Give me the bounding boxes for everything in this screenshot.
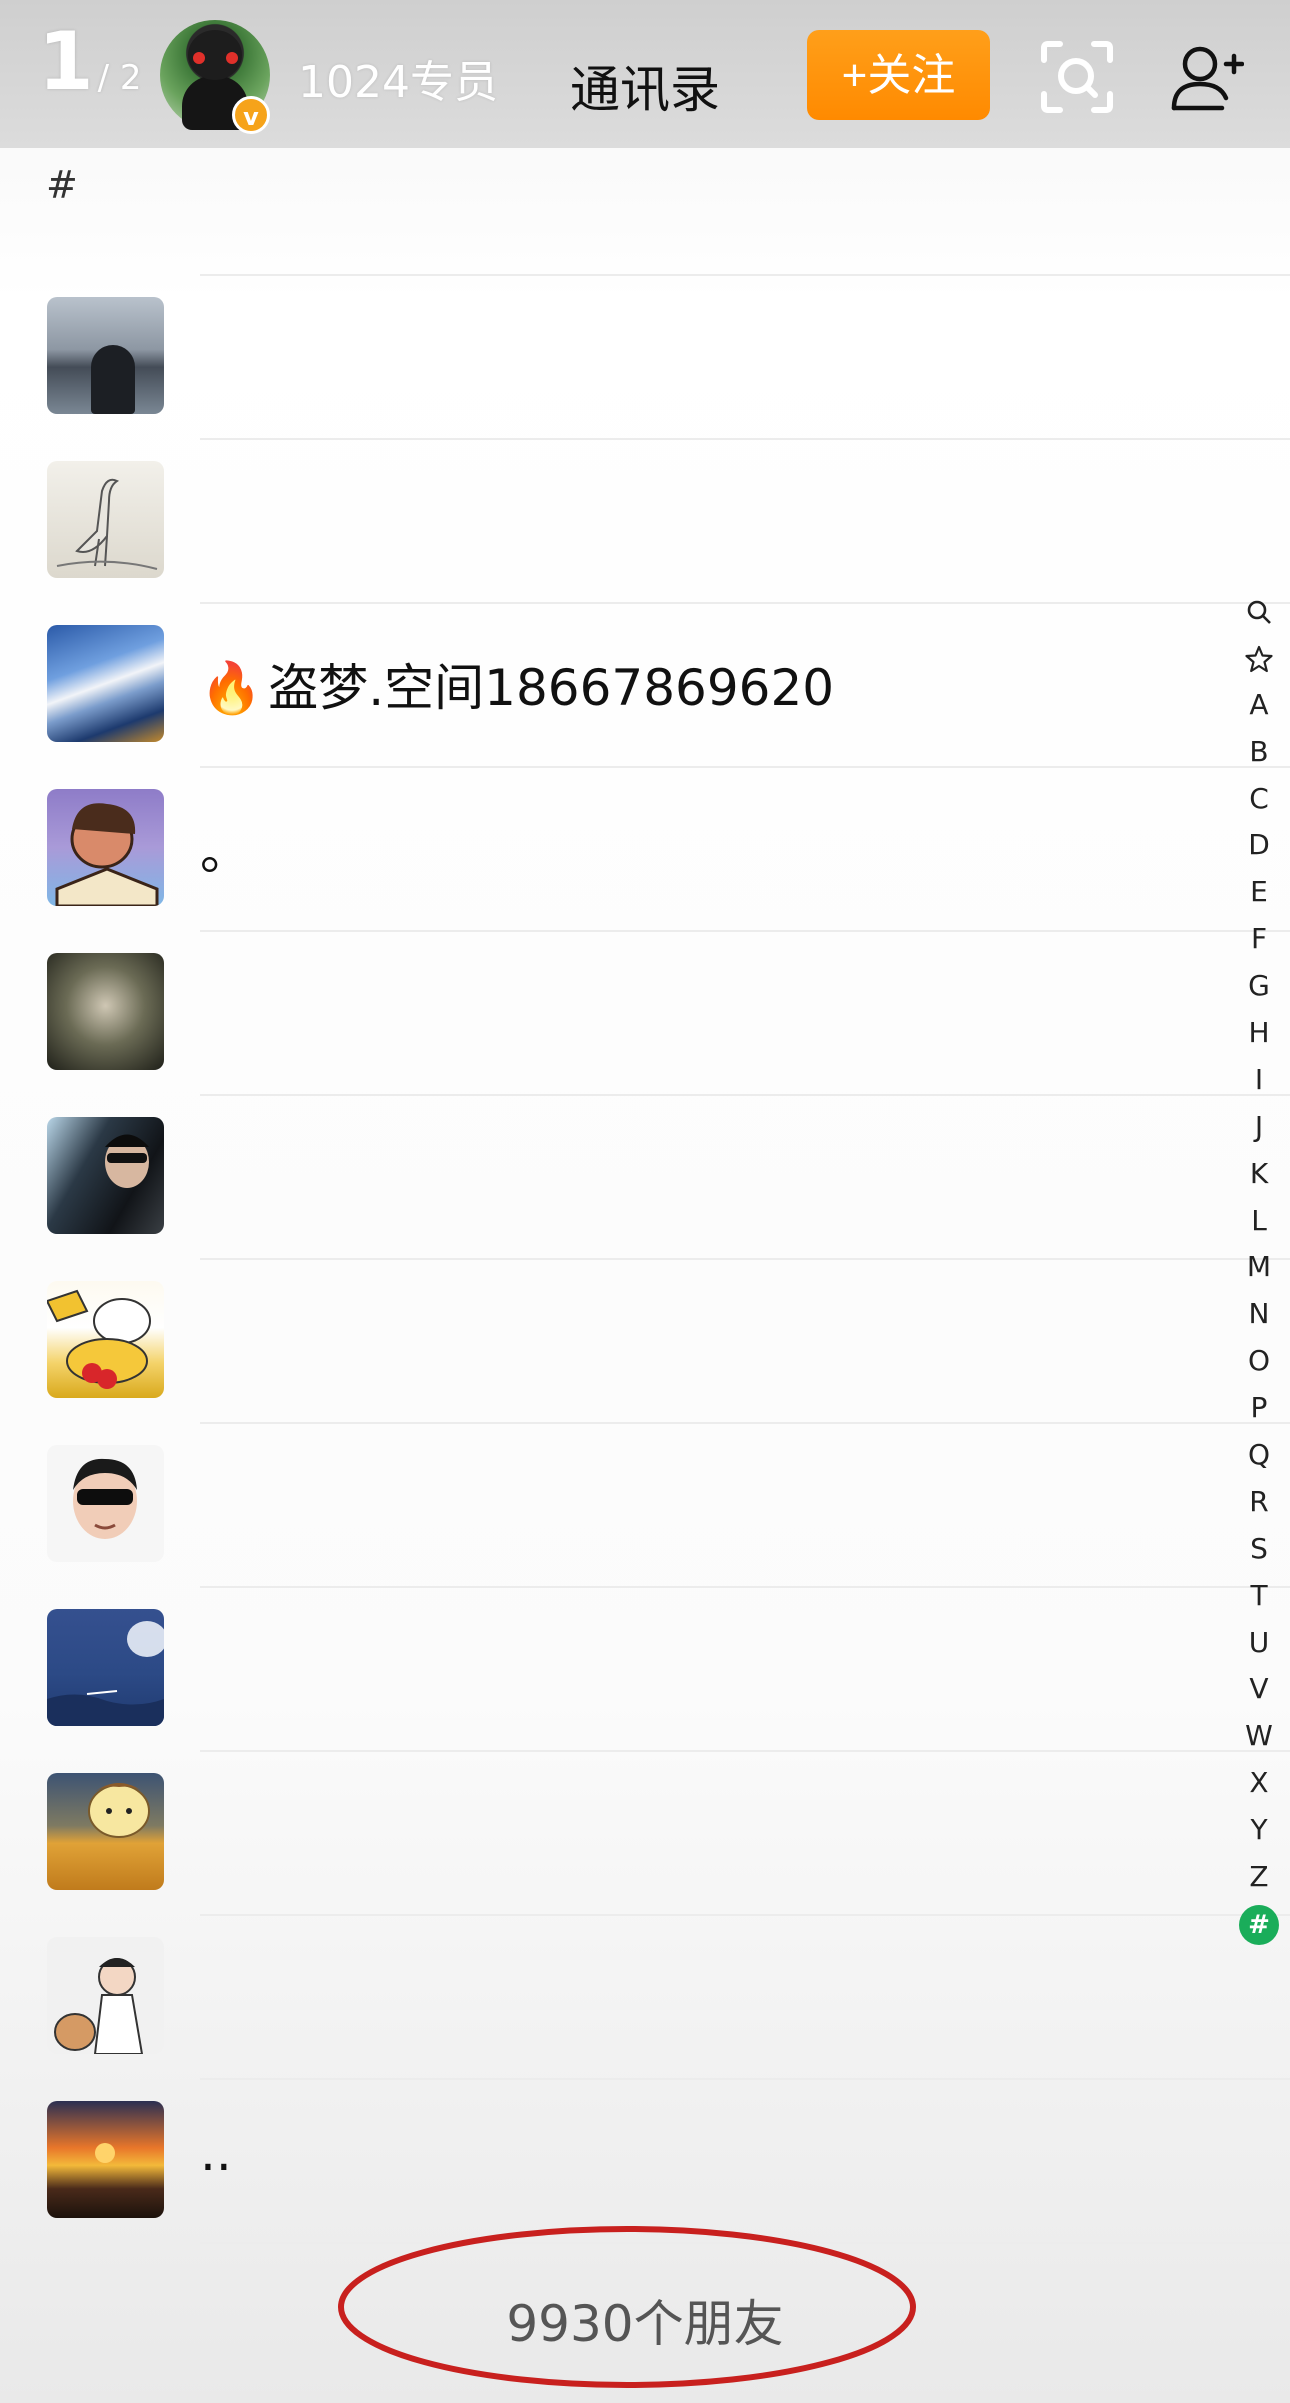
index-letter[interactable]: T	[1234, 1573, 1284, 1620]
add-friend-icon[interactable]	[1170, 44, 1244, 114]
index-letter[interactable]: X	[1234, 1760, 1284, 1807]
divider	[200, 438, 1290, 440]
list-item[interactable]	[0, 274, 1290, 438]
friend-count: 9930个朋友	[506, 2295, 784, 2353]
page-current: 1	[38, 15, 94, 108]
divider	[200, 2078, 1290, 2080]
divider	[200, 1750, 1290, 1752]
contact-avatar	[47, 297, 164, 414]
index-letter[interactable]: G	[1234, 963, 1284, 1010]
index-letter[interactable]: W	[1234, 1713, 1284, 1760]
index-letter[interactable]: A	[1234, 682, 1284, 729]
contact-avatar	[47, 789, 164, 906]
contact-list: 🔥 盗梦.空间18667869620 。 ..	[0, 274, 1290, 2252]
page-total: / 2	[97, 58, 142, 98]
index-letter[interactable]: F	[1234, 916, 1284, 963]
follow-button[interactable]: +关注	[807, 30, 990, 120]
index-letter[interactable]: V	[1234, 1666, 1284, 1713]
index-letter[interactable]: N	[1234, 1291, 1284, 1338]
index-letter[interactable]: D	[1234, 822, 1284, 869]
page-title: 通讯录	[570, 61, 720, 119]
contact-avatar	[47, 1937, 164, 2054]
list-item[interactable]	[0, 1750, 1290, 1914]
list-item[interactable]	[0, 1094, 1290, 1258]
page-indicator: 1/ 2	[38, 22, 142, 102]
contact-avatar	[47, 461, 164, 578]
section-header: #	[46, 163, 78, 207]
index-letter[interactable]: K	[1234, 1151, 1284, 1198]
index-search-icon[interactable]	[1234, 588, 1284, 635]
index-letter[interactable]: M	[1234, 1244, 1284, 1291]
contact-avatar	[47, 1117, 164, 1234]
username: 1024专员	[298, 57, 498, 108]
alphabet-index-bar[interactable]: A B C D E F G H I J K L M N O P Q R S T …	[1234, 588, 1284, 1948]
index-letter[interactable]: Z	[1234, 1854, 1284, 1901]
contact-name: 。	[200, 823, 250, 881]
verified-badge: v	[232, 96, 270, 134]
index-letter[interactable]: Y	[1234, 1807, 1284, 1854]
index-letter[interactable]: P	[1234, 1385, 1284, 1432]
index-letter[interactable]: E	[1234, 869, 1284, 916]
index-letter[interactable]: H	[1234, 1010, 1284, 1057]
divider	[200, 1094, 1290, 1096]
list-item[interactable]: 🔥 盗梦.空间18667869620	[0, 602, 1290, 766]
contact-avatar	[47, 2101, 164, 2218]
divider	[200, 1586, 1290, 1588]
divider	[200, 930, 1290, 932]
index-letter[interactable]: O	[1234, 1338, 1284, 1385]
list-item[interactable]	[0, 1914, 1290, 2078]
fire-icon: 🔥	[200, 659, 263, 717]
scan-icon[interactable]	[1040, 40, 1114, 114]
contact-avatar	[47, 1773, 164, 1890]
divider	[200, 1258, 1290, 1260]
index-letter[interactable]: S	[1234, 1526, 1284, 1573]
list-item[interactable]	[0, 1258, 1290, 1422]
index-letter[interactable]: B	[1234, 729, 1284, 776]
contact-name: ..	[200, 2124, 232, 2182]
list-item[interactable]	[0, 438, 1290, 602]
contact-avatar	[47, 1281, 164, 1398]
index-letter[interactable]: R	[1234, 1479, 1284, 1526]
contact-avatar	[47, 1609, 164, 1726]
index-letter-active[interactable]: #	[1234, 1901, 1284, 1948]
index-letter[interactable]: C	[1234, 776, 1284, 823]
contact-avatar	[47, 625, 164, 742]
contact-avatar	[47, 1445, 164, 1562]
index-letter[interactable]: I	[1234, 1057, 1284, 1104]
list-item[interactable]	[0, 1586, 1290, 1750]
list-item[interactable]: 。	[0, 766, 1290, 930]
contact-avatar	[47, 953, 164, 1070]
contact-name: 🔥 盗梦.空间18667869620	[200, 659, 835, 717]
list-item[interactable]: ..	[0, 2078, 1290, 2242]
index-letter[interactable]: Q	[1234, 1432, 1284, 1479]
index-letter[interactable]: L	[1234, 1198, 1284, 1245]
index-letter[interactable]: U	[1234, 1620, 1284, 1667]
divider	[200, 274, 1290, 276]
list-item[interactable]	[0, 930, 1290, 1094]
divider	[200, 602, 1290, 604]
divider	[200, 1914, 1290, 1916]
divider	[200, 1422, 1290, 1424]
top-bar: 1/ 2 v 1024专员 通讯录 +关注	[0, 0, 1290, 148]
index-letter[interactable]: J	[1234, 1104, 1284, 1151]
divider	[200, 766, 1290, 768]
index-star-icon[interactable]	[1234, 635, 1284, 682]
list-item[interactable]	[0, 1422, 1290, 1586]
